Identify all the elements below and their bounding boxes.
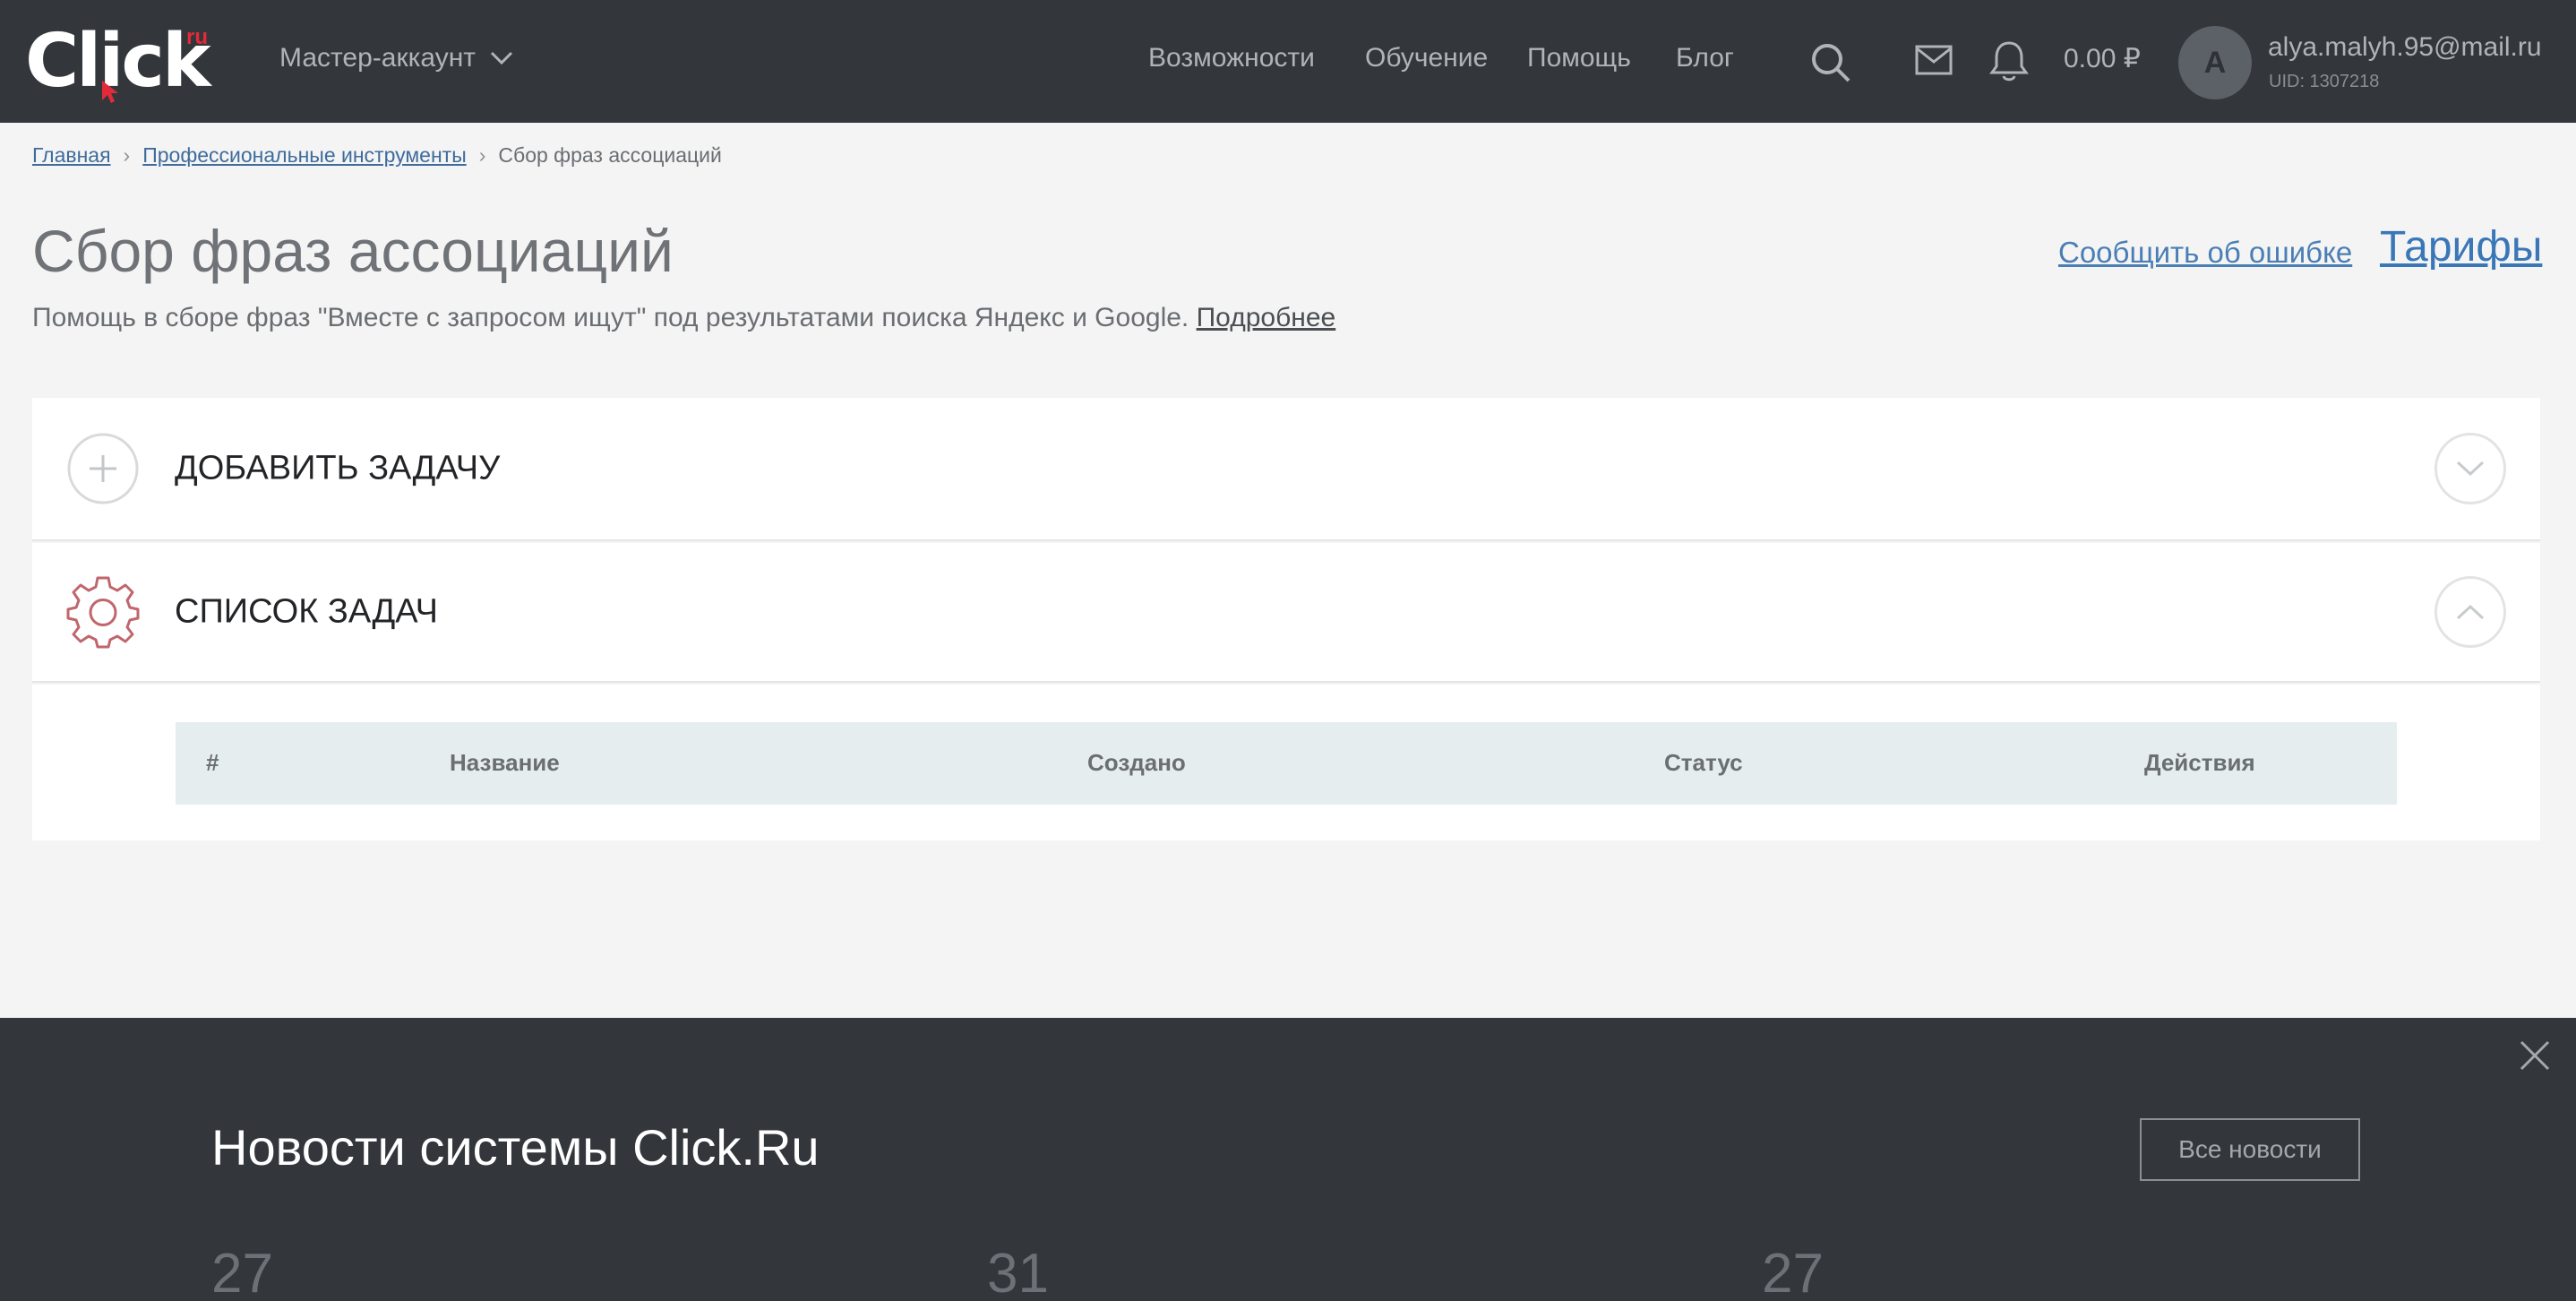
news-panel: Новости системы Click.Ru Все новости 27 … [0, 1018, 2576, 1301]
add-task-title: ДОБАВИТЬ ЗАДАЧУ [175, 449, 501, 487]
column-header-actions: Действия [2144, 749, 2255, 776]
nav-item-learning[interactable]: Обучение [1365, 43, 1488, 73]
column-header-number[interactable]: # [206, 749, 219, 777]
breadcrumb: Главная › Профессиональные инструменты › Сбо… [32, 143, 722, 168]
task-list-panel[interactable]: СПИСОК ЗАДАЧ [32, 543, 2540, 683]
news-item-date[interactable]: 27 [1762, 1242, 1824, 1301]
breadcrumb-separator: › [478, 143, 486, 167]
subtitle-text: Помощь в сборе фраз "Вместе с запросом и… [32, 303, 1189, 332]
nav-item-features[interactable]: Возможности [1148, 43, 1315, 73]
gear-icon [66, 576, 140, 649]
task-table-header: # Название Создано Статус Действия [176, 722, 2397, 805]
close-icon[interactable] [2519, 1039, 2551, 1072]
nav-item-blog[interactable]: Блог [1676, 43, 1734, 73]
plus-circle-icon [67, 433, 139, 504]
add-task-panel[interactable]: ДОБАВИТЬ ЗАДАЧУ [32, 398, 2540, 541]
bell-icon[interactable] [1988, 39, 2030, 82]
user-email[interactable]: alya.malyh.95@mail.ru [2268, 32, 2542, 63]
chevron-down-icon [2456, 461, 2485, 477]
task-list-toggle[interactable] [2434, 576, 2506, 648]
mail-icon[interactable] [1915, 45, 1953, 75]
news-item-date[interactable]: 27 [211, 1242, 273, 1301]
balance[interactable]: 0.00 ₽ [2064, 43, 2141, 74]
breadcrumb-pro-tools[interactable]: Профессиональные инструменты [142, 143, 467, 167]
tariffs-link[interactable]: Тарифы [2380, 222, 2542, 271]
news-title: Новости системы Click.Ru [211, 1119, 820, 1176]
report-error-link[interactable]: Сообщить об ошибке [2058, 236, 2352, 270]
chevron-up-icon [2456, 604, 2485, 620]
page-title: Сбор фраз ассоциаций [32, 218, 674, 284]
avatar[interactable]: A [2178, 26, 2252, 99]
task-list-title: СПИСОК ЗАДАЧ [175, 592, 438, 631]
column-header-name[interactable]: Название [450, 749, 560, 777]
task-list-body: # Название Создано Статус Действия [32, 685, 2540, 840]
all-news-button[interactable]: Все новости [2140, 1118, 2360, 1181]
breadcrumb-home[interactable]: Главная [32, 143, 111, 167]
account-label: Мастер-аккаунт [279, 43, 477, 73]
top-header: Click ru Мастер-аккаунт Возможности Обуч… [0, 0, 2576, 123]
more-link[interactable]: Подробнее [1197, 303, 1336, 332]
breadcrumb-separator: › [123, 143, 131, 167]
click-ru-logo[interactable]: Click ru [25, 22, 213, 108]
cursor-icon [102, 81, 118, 103]
search-icon[interactable] [1809, 41, 1852, 84]
nav-item-help[interactable]: Помощь [1527, 43, 1631, 73]
page-subtitle: Помощь в сборе фраз "Вместе с запросом и… [32, 303, 1335, 333]
column-header-created[interactable]: Создано [1087, 749, 1186, 777]
add-task-toggle[interactable] [2434, 433, 2506, 504]
logo-suffix: ru [186, 25, 208, 49]
breadcrumb-current: Сбор фраз ассоциаций [498, 143, 722, 167]
account-switcher[interactable]: Мастер-аккаунт [279, 43, 513, 73]
news-item-date[interactable]: 31 [987, 1242, 1049, 1301]
column-header-status[interactable]: Статус [1664, 749, 1743, 777]
user-uid: UID: 1307218 [2269, 72, 2380, 91]
chevron-down-icon [490, 51, 513, 65]
